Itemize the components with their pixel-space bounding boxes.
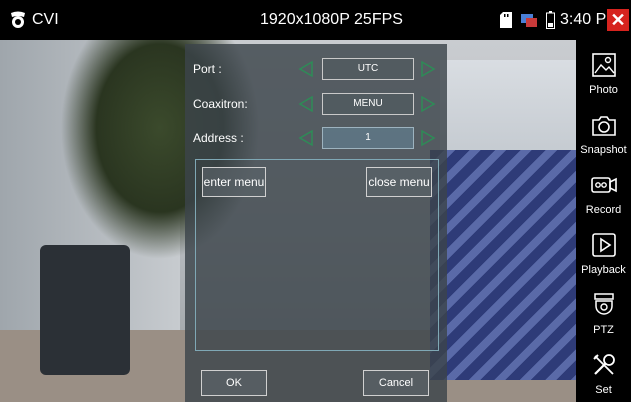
photo-label: Photo: [589, 84, 618, 96]
sd-card-icon: [500, 12, 512, 28]
app-name: CVI: [32, 11, 59, 28]
video-chair: [40, 245, 130, 375]
video-camera-icon: [591, 177, 617, 193]
address-prev-arrow-icon[interactable]: [297, 129, 315, 147]
coaxitron-label: Coaxitron:: [193, 97, 248, 111]
play-icon: [592, 233, 616, 257]
ptz-button[interactable]: PTZ: [576, 284, 631, 344]
address-next-arrow-icon[interactable]: [419, 129, 437, 147]
ptz-settings-dialog: Port : UTC Coaxitron: MENU Address : 1 e…: [185, 44, 447, 402]
port-label: Port :: [193, 62, 222, 76]
video-file-holder: [430, 150, 576, 380]
tools-icon: [593, 354, 615, 375]
menu-control-panel: enter menu close menu: [195, 159, 439, 351]
coaxitron-row: Coaxitron: MENU: [185, 91, 447, 117]
set-label: Set: [595, 384, 612, 396]
battery-icon: [546, 11, 555, 29]
close-menu-button[interactable]: close menu: [366, 167, 432, 197]
port-value[interactable]: UTC: [322, 58, 414, 80]
playback-label: Playback: [581, 264, 626, 276]
resolution-label: 1920x1080P 25FPS: [260, 11, 403, 28]
snapshot-label: Snapshot: [580, 144, 627, 156]
camera-logo-icon: [11, 11, 25, 28]
port-next-arrow-icon[interactable]: [419, 60, 437, 78]
set-button[interactable]: Set: [576, 344, 631, 402]
port-row: Port : UTC: [185, 56, 447, 82]
network-icon: [521, 14, 537, 27]
address-value[interactable]: 1: [322, 127, 414, 149]
ok-button[interactable]: OK: [201, 370, 267, 396]
status-icons: [500, 11, 555, 29]
close-icon[interactable]: ✕: [607, 9, 629, 31]
coaxitron-value[interactable]: MENU: [322, 93, 414, 115]
record-label: Record: [585, 204, 622, 216]
enter-menu-button[interactable]: enter menu: [202, 167, 266, 197]
playback-button[interactable]: Playback: [576, 224, 631, 284]
photo-button[interactable]: Photo: [576, 44, 631, 104]
right-toolbar: Photo Snapshot Record Playback PTZ Set: [576, 40, 631, 402]
port-prev-arrow-icon[interactable]: [297, 60, 315, 78]
dome-camera-icon: [594, 293, 614, 315]
status-bar: CVI 1920x1080P 25FPS 3:40 PM ✕: [0, 0, 631, 40]
coaxitron-prev-arrow-icon[interactable]: [297, 95, 315, 113]
ptz-label: PTZ: [593, 324, 614, 336]
cancel-button[interactable]: Cancel: [363, 370, 429, 396]
snapshot-button[interactable]: Snapshot: [576, 104, 631, 164]
address-label: Address :: [193, 131, 244, 145]
address-row: Address : 1: [185, 125, 447, 151]
record-button[interactable]: Record: [576, 164, 631, 224]
coaxitron-next-arrow-icon[interactable]: [419, 95, 437, 113]
camera-icon: [592, 116, 616, 136]
photo-icon: [592, 53, 616, 77]
